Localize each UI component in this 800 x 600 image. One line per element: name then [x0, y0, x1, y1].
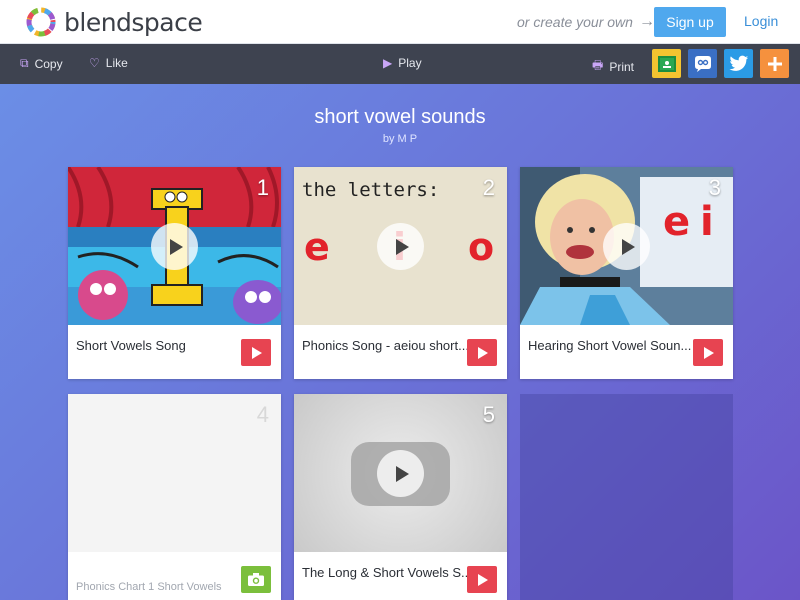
print-button[interactable]: 🖶 Print	[592, 56, 634, 77]
tile-caption[interactable]: Phonics Song - aeiou short...	[302, 338, 467, 353]
play-icon	[396, 465, 409, 482]
play-video-overlay[interactable]	[151, 223, 198, 270]
like-label: Like	[105, 56, 128, 70]
youtube-play-icon	[478, 346, 488, 359]
page-author[interactable]: by M P	[0, 133, 800, 145]
google-classroom-button[interactable]	[652, 49, 681, 78]
youtube-play-icon	[704, 346, 714, 359]
play-video-overlay[interactable]	[377, 450, 424, 497]
arrow-right-icon: →	[638, 13, 655, 30]
thumb-letter: e	[304, 225, 330, 269]
play-icon	[396, 238, 409, 255]
print-label: Print	[609, 59, 635, 74]
add-button[interactable]	[760, 49, 789, 78]
thumb-letter: o	[468, 225, 495, 269]
thumb-heading: the letters:	[302, 179, 440, 201]
youtube-play-icon	[478, 573, 488, 586]
empty-tile-slot	[520, 394, 733, 600]
youtube-button[interactable]	[693, 339, 723, 366]
copy-label: Copy	[34, 56, 63, 71]
signup-button[interactable]: Sign up	[654, 7, 726, 37]
play-icon: ▶	[383, 56, 393, 70]
play-label: Play	[398, 56, 422, 70]
copy-icon: ⧉	[20, 56, 29, 70]
blendspace-logo-icon	[26, 7, 56, 37]
image-button[interactable]	[241, 566, 271, 593]
login-link[interactable]: Login	[744, 13, 778, 29]
tile-thumbnail[interactable]: 5	[294, 394, 507, 552]
lesson-canvas: short vowel sounds by M P 1 Short Vowels…	[0, 84, 800, 600]
tile-caption[interactable]: The Long & Short Vowels S...	[302, 565, 467, 580]
play-video-overlay[interactable]	[603, 223, 650, 270]
tile-1[interactable]: 1 Short Vowels Song	[68, 167, 281, 379]
tile-number: 2	[482, 175, 495, 200]
play-icon	[622, 238, 635, 255]
logo[interactable]: blendspace	[24, 5, 203, 39]
heart-icon: ♡	[89, 56, 100, 70]
logo-text: blendspace	[64, 7, 203, 37]
action-toolbar: ⧉ Copy ♡ Like ▶ Play 🖶 Print	[0, 44, 800, 84]
play-button[interactable]: ▶ Play	[383, 56, 422, 70]
tile-number: 4	[256, 402, 269, 427]
like-button[interactable]: ♡ Like	[89, 56, 128, 70]
tile-5[interactable]: 5 The Long & Short Vowels S...	[294, 394, 507, 600]
remind-button[interactable]	[688, 49, 717, 78]
thumb-letter: i	[700, 199, 714, 245]
youtube-play-icon	[252, 346, 262, 359]
google-classroom-icon	[657, 55, 676, 72]
tile-number: 1	[256, 175, 269, 200]
thumb-letter: e	[663, 199, 691, 245]
tile-thumbnail[interactable]: the letters: e i o 2	[294, 167, 507, 325]
copy-button[interactable]: ⧉ Copy	[20, 56, 63, 71]
add-icon	[767, 56, 782, 71]
youtube-button[interactable]	[241, 339, 271, 366]
tile-thumbnail[interactable]: e i 3	[520, 167, 733, 325]
create-your-own-link[interactable]: or create your own →	[517, 13, 655, 31]
play-video-overlay[interactable]	[377, 223, 424, 270]
youtube-button[interactable]	[467, 339, 497, 366]
camera-icon	[248, 573, 264, 586]
print-icon: 🖶	[592, 58, 604, 72]
play-icon	[170, 238, 183, 255]
twitter-share-button[interactable]	[724, 49, 753, 78]
create-link-label: or create your own	[517, 14, 633, 30]
tile-caption[interactable]: Short Vowels Song	[76, 338, 241, 353]
page-title: short vowel sounds	[314, 106, 486, 128]
tile-thumbnail[interactable]: 1	[68, 167, 281, 325]
tile-thumbnail[interactable]: 4	[68, 394, 281, 552]
tile-caption[interactable]: Hearing Short Vowel Soun...	[528, 338, 693, 353]
remind-icon	[694, 55, 711, 72]
youtube-button[interactable]	[467, 566, 497, 593]
tile-number: 3	[708, 175, 721, 200]
tile-3[interactable]: e i 3 Hearing Short Vowel Soun...	[520, 167, 733, 379]
top-header: blendspace or create your own → Sign up …	[0, 0, 800, 44]
twitter-icon	[729, 55, 748, 71]
tile-2[interactable]: the letters: e i o 2 Phonics Song - aeio…	[294, 167, 507, 379]
tile-4[interactable]: 4 Phonics Chart 1 Short Vowels	[68, 394, 281, 600]
tile-number: 5	[482, 402, 495, 427]
tile-caption[interactable]: Phonics Chart 1 Short Vowels	[76, 581, 241, 593]
